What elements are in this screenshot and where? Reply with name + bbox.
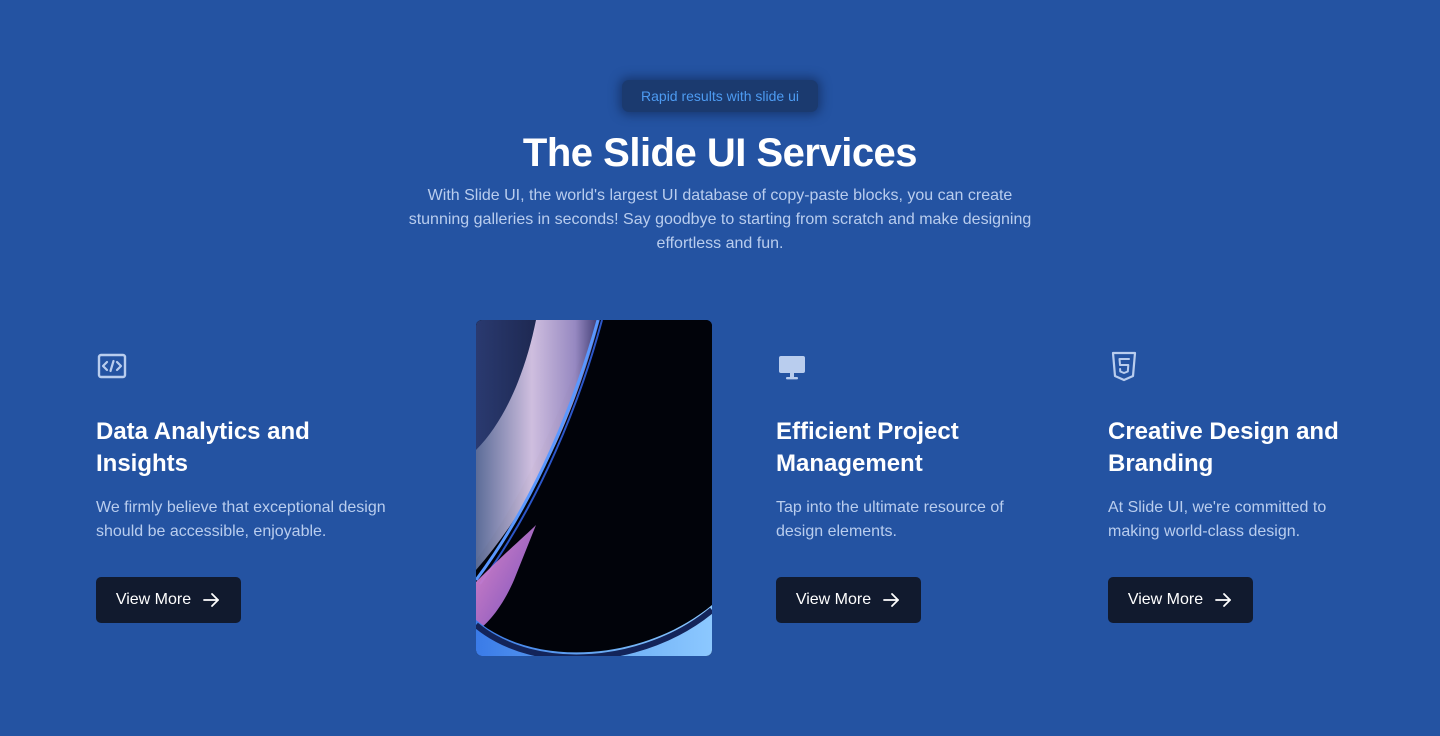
- service-description: At Slide UI, we're committed to making w…: [1108, 499, 1327, 540]
- service-title: Creative Design and Branding: [1108, 418, 1339, 477]
- section-badge: Rapid results with slide ui: [622, 80, 818, 112]
- service-description: Tap into the ultimate resource of design…: [776, 499, 1004, 540]
- arrow-right-icon: [1213, 590, 1233, 610]
- monitor-icon: [776, 350, 808, 382]
- html5-icon: [1108, 350, 1140, 382]
- view-more-button[interactable]: View More: [1108, 577, 1253, 623]
- arrow-right-icon: [881, 590, 901, 610]
- section-subtitle: With Slide UI, the world's largest UI da…: [408, 187, 1032, 252]
- view-more-button[interactable]: View More: [96, 577, 241, 623]
- service-title: Efficient Project Management: [776, 418, 959, 477]
- code-icon: [96, 350, 128, 382]
- view-more-button[interactable]: View More: [776, 577, 921, 623]
- button-label: View More: [115, 591, 192, 608]
- service-description: We firmly believe that exceptional desig…: [96, 499, 386, 540]
- section-title: The Slide UI Services: [522, 131, 918, 175]
- abstract-wave-image: [476, 320, 712, 656]
- button-label: View More: [1127, 591, 1204, 608]
- arrow-right-icon: [201, 590, 221, 610]
- service-title: Data Analytics and Insights: [96, 418, 310, 477]
- button-label: View More: [795, 591, 872, 608]
